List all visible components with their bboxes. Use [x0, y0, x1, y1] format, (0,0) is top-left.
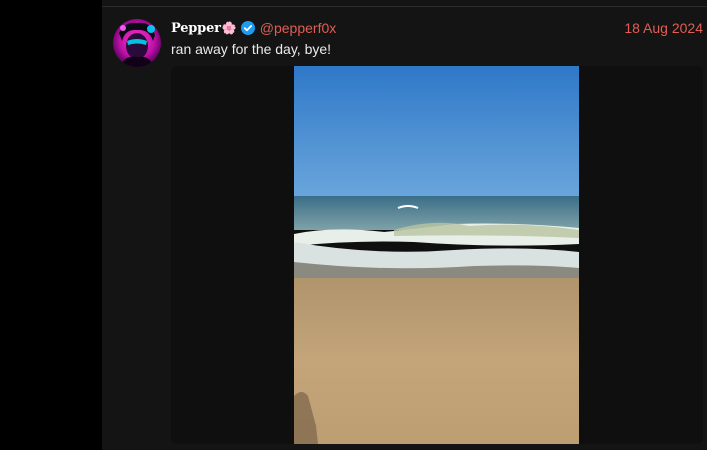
media-container[interactable]: [171, 66, 703, 444]
left-gutter: [0, 0, 102, 450]
post[interactable]: Pepper 🌸 @pepperf0x 18 Aug 2024 ran away…: [102, 7, 707, 450]
post-date[interactable]: 18 Aug 2024: [624, 20, 703, 36]
avatar[interactable]: [113, 19, 161, 67]
verified-badge-icon: [240, 21, 255, 35]
beach-photo[interactable]: [294, 66, 579, 444]
post-text: ran away for the day, bye!: [171, 41, 332, 57]
page: Pepper 🌸 @pepperf0x 18 Aug 2024 ran away…: [0, 0, 707, 450]
post-header: Pepper 🌸 @pepperf0x 18 Aug 2024: [171, 19, 703, 37]
display-name[interactable]: Pepper: [171, 21, 221, 36]
author-handle[interactable]: @pepperf0x: [260, 20, 336, 36]
cherry-blossom-icon: 🌸: [221, 21, 237, 35]
